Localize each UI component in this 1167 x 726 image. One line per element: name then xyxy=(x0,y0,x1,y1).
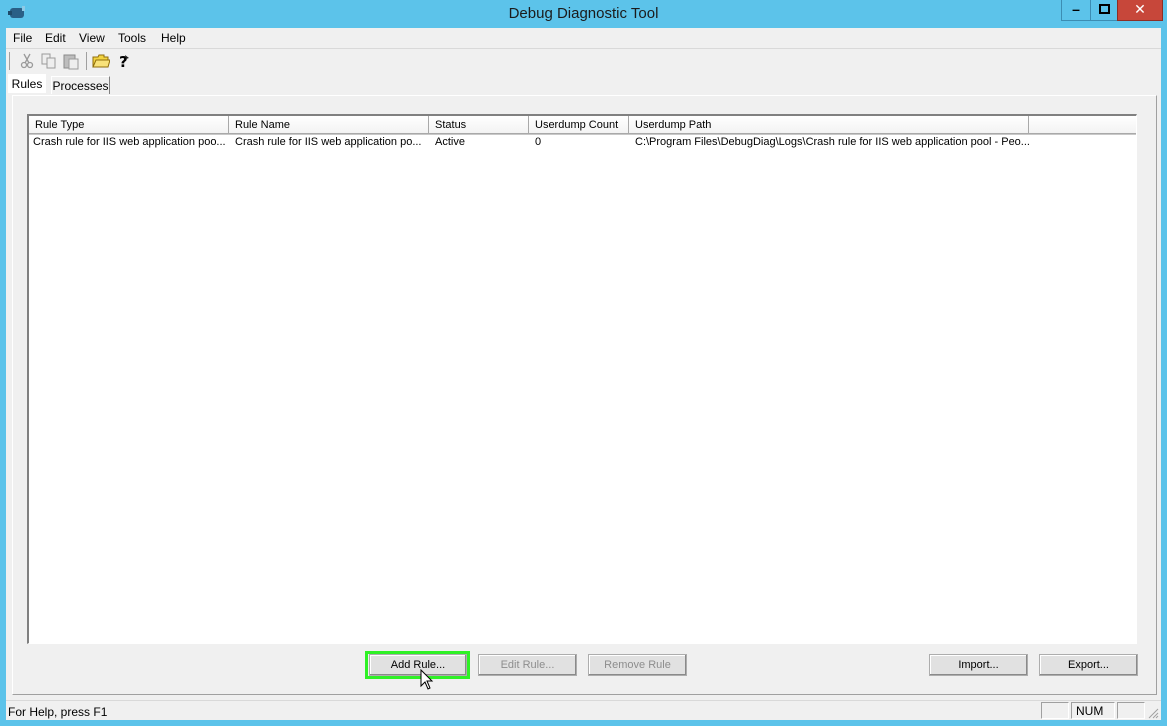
export-button[interactable]: Export... xyxy=(1039,654,1138,676)
status-pane-empty xyxy=(1041,702,1069,719)
minimize-button[interactable]: – xyxy=(1061,0,1091,21)
cell-userdump-count: 0 xyxy=(535,136,542,148)
resize-grip-icon[interactable] xyxy=(1147,707,1159,719)
column-header-status[interactable]: Status xyxy=(429,116,529,134)
rules-list[interactable]: Rule Type Rule Name Status Userdump Coun… xyxy=(27,114,1137,644)
column-header-userdump-path[interactable]: Userdump Path xyxy=(629,116,1029,134)
status-bar: For Help, press F1 NUM xyxy=(6,700,1161,721)
menu-edit[interactable]: Edit xyxy=(45,31,66,45)
import-button[interactable]: Import... xyxy=(929,654,1028,676)
column-header-rule-name[interactable]: Rule Name xyxy=(229,116,429,134)
tab-processes[interactable]: Processes xyxy=(51,76,110,94)
cell-rule-name: Crash rule for IIS web application po... xyxy=(235,136,422,148)
column-header-rule-type[interactable]: Rule Type xyxy=(29,116,229,134)
title-bar[interactable]: Debug Diagnostic Tool – ✕ xyxy=(0,0,1167,28)
list-header: Rule Type Rule Name Status Userdump Coun… xyxy=(29,116,1136,135)
mouse-cursor-icon xyxy=(420,669,434,690)
open-folder-icon[interactable] xyxy=(92,52,110,70)
copy-icon[interactable] xyxy=(40,52,58,70)
cell-status: Active xyxy=(435,136,465,148)
maximize-icon xyxy=(1099,4,1110,14)
menu-view[interactable]: View xyxy=(79,31,105,45)
tab-rules[interactable]: Rules xyxy=(8,74,46,93)
remove-rule-button[interactable]: Remove Rule xyxy=(588,654,687,676)
help-icon[interactable]: ? xyxy=(115,52,133,70)
minimize-icon: – xyxy=(1072,1,1080,17)
cell-rule-type: Crash rule for IIS web application poo..… xyxy=(33,136,226,148)
maximize-button[interactable] xyxy=(1090,0,1118,21)
status-num-lock: NUM xyxy=(1071,702,1115,719)
close-icon: ✕ xyxy=(1134,1,1146,17)
column-header-empty xyxy=(1029,116,1136,134)
client-area: File Edit View Tools Help ? Rules Proces… xyxy=(6,28,1161,720)
menu-help[interactable]: Help xyxy=(161,31,186,45)
menu-tools[interactable]: Tools xyxy=(118,31,146,45)
toolbar-grip xyxy=(9,52,10,70)
edit-rule-button[interactable]: Edit Rule... xyxy=(478,654,577,676)
toolbar-separator xyxy=(86,52,87,70)
paste-icon[interactable] xyxy=(62,52,80,70)
tab-strip: Rules Processes xyxy=(6,73,1161,95)
status-pane-scroll xyxy=(1117,702,1145,719)
status-help-text: For Help, press F1 xyxy=(8,705,108,719)
menu-bar: File Edit View Tools Help xyxy=(6,28,1161,49)
column-header-userdump-count[interactable]: Userdump Count xyxy=(529,116,629,134)
cell-userdump-path: C:\Program Files\DebugDiag\Logs\Crash ru… xyxy=(635,136,1030,148)
window-title: Debug Diagnostic Tool xyxy=(508,5,659,22)
menu-file[interactable]: File xyxy=(13,31,32,45)
toolbar: ? xyxy=(6,49,1161,73)
table-row[interactable]: Crash rule for IIS web application poo..… xyxy=(29,134,1136,152)
cut-icon[interactable] xyxy=(18,52,36,70)
app-window: Debug Diagnostic Tool – ✕ File Edit View… xyxy=(0,0,1167,726)
add-rule-highlight xyxy=(365,651,470,679)
svg-text:?: ? xyxy=(119,53,128,70)
close-button[interactable]: ✕ xyxy=(1117,0,1163,21)
